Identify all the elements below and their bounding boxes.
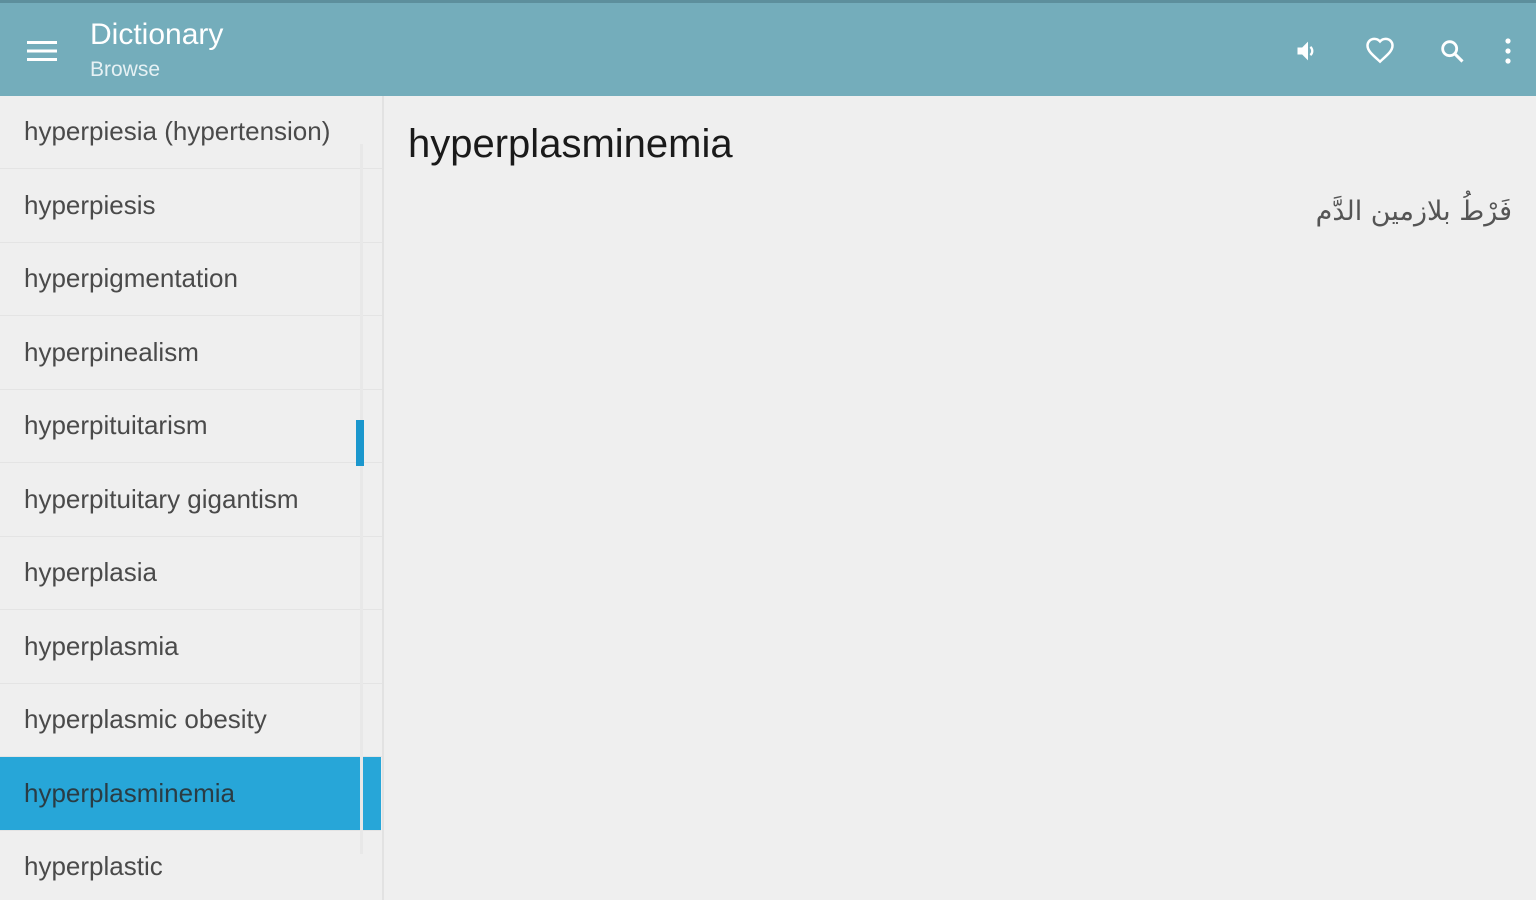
overflow-menu-button[interactable] xyxy=(1488,23,1528,79)
word-list: hyperpiesia (hypertension) hyperpiesis h… xyxy=(0,96,382,900)
menu-button[interactable] xyxy=(22,31,62,71)
scrollbar-track[interactable] xyxy=(360,144,363,854)
app-bar: Dictionary Browse xyxy=(0,0,1536,96)
word-list-item[interactable]: hyperplasia xyxy=(0,537,382,610)
word-list-item[interactable]: hyperpituitary gigantism xyxy=(0,463,382,537)
word-list-panel: hyperpiesia (hypertension) hyperpiesis h… xyxy=(0,96,384,900)
speaker-icon xyxy=(1297,41,1314,61)
word-list-item[interactable]: hyperpiesia (hypertension) xyxy=(0,96,382,169)
heart-icon xyxy=(1366,37,1394,64)
word-list-item[interactable]: hyperpiesis xyxy=(0,169,382,243)
app-bar-actions xyxy=(1264,23,1536,79)
word-list-item-selected[interactable]: hyperplasminemia xyxy=(0,757,381,831)
more-vert-icon xyxy=(1505,38,1511,64)
word-list-item[interactable]: hyperplasmia xyxy=(0,610,382,684)
word-list-item[interactable]: hyperpinealism xyxy=(0,316,382,390)
translation-text: فَرْطُ بلازمين الدَّم xyxy=(1315,196,1512,227)
search-button[interactable] xyxy=(1424,23,1480,79)
scrollbar-thumb[interactable] xyxy=(356,420,364,466)
app-titles: Dictionary Browse xyxy=(90,17,223,83)
word-list-item[interactable]: hyperplasmic obesity xyxy=(0,684,382,757)
word-list-item[interactable]: hyperpigmentation xyxy=(0,243,382,316)
word-list-item[interactable]: hyperplastic xyxy=(0,831,382,900)
favorite-button[interactable] xyxy=(1352,23,1408,79)
word-list-item[interactable]: hyperpituitarism xyxy=(0,390,382,463)
search-icon xyxy=(1441,40,1464,63)
app-subtitle: Browse xyxy=(90,58,161,81)
menu-icon xyxy=(27,41,57,61)
pronounce-button[interactable] xyxy=(1280,23,1336,79)
app-title: Dictionary xyxy=(90,18,224,51)
definition-panel: hyperplasminemia فَرْطُ بلازمين الدَّم xyxy=(386,96,1536,900)
headword: hyperplasminemia xyxy=(408,122,733,166)
